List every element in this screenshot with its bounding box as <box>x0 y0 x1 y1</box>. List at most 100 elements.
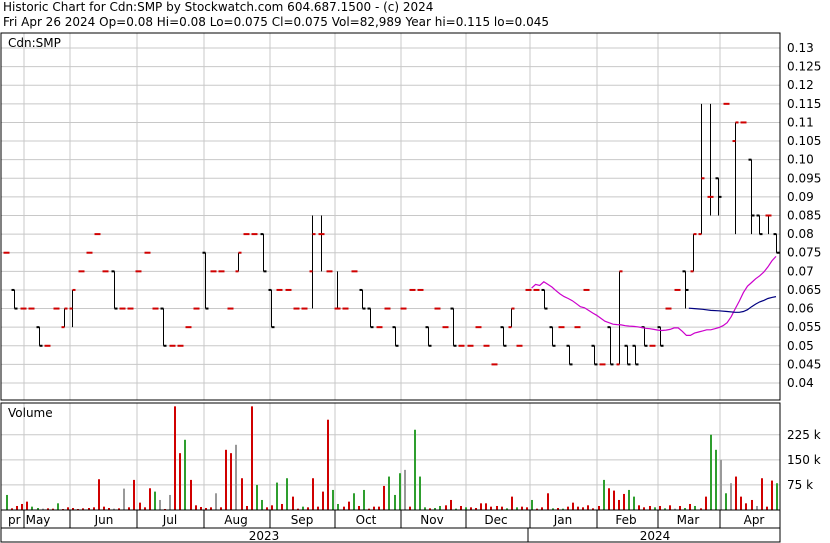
price-tick-label: 0.045 <box>787 357 821 371</box>
month-label: Dec <box>484 513 507 527</box>
price-bar <box>624 344 631 366</box>
volume-bar <box>618 499 620 510</box>
price-tick-label: 0.06 <box>787 302 814 316</box>
volume-bar <box>608 488 610 510</box>
volume-bar <box>638 505 640 510</box>
price-bar <box>309 215 316 309</box>
volume-bar <box>276 482 278 510</box>
price-tick-label: 0.085 <box>787 209 821 223</box>
volume-bar <box>317 506 319 510</box>
volume-bar <box>246 505 248 510</box>
volume-bar <box>337 503 339 510</box>
month-label: May <box>26 513 51 527</box>
price-bar <box>765 214 772 235</box>
month-label: Feb <box>615 513 636 527</box>
month-label: Jan <box>553 513 573 527</box>
volume-bar <box>771 480 773 510</box>
volume-bar <box>761 478 763 510</box>
price-bar <box>359 288 366 310</box>
volume-bar <box>689 503 691 510</box>
month-axis-frame <box>0 509 781 529</box>
month-label: Nov <box>420 513 443 527</box>
volume-bar <box>26 501 28 510</box>
volume-label: Volume <box>8 406 53 420</box>
price-bar <box>202 251 209 310</box>
volume-bar <box>480 503 482 510</box>
volume-bar <box>261 499 263 510</box>
volume-bar <box>521 506 523 510</box>
volume-bar <box>730 483 732 510</box>
volume-bar <box>235 444 237 510</box>
volume-bar <box>694 505 696 510</box>
volume-bar <box>679 505 681 510</box>
symbol-label: Cdn:SMP <box>8 36 61 50</box>
price-bar <box>500 326 507 347</box>
volume-bar <box>725 493 727 510</box>
volume-bar <box>649 505 651 510</box>
volume-bar <box>154 491 156 510</box>
volume-bar <box>567 506 569 510</box>
volume-bar <box>450 499 452 510</box>
price-tick-label: 0.09 <box>787 190 814 204</box>
price-bar <box>36 326 43 347</box>
volume-bar <box>720 459 722 510</box>
volume-bar <box>633 496 635 510</box>
price-bar <box>549 326 556 347</box>
volume-bar <box>332 489 334 510</box>
volume-bar <box>751 499 753 510</box>
month-label: Oct <box>356 513 377 527</box>
price-bar <box>632 344 639 366</box>
volume-bar <box>358 505 360 510</box>
price-tick-label: 0.095 <box>787 171 821 185</box>
volume-bar <box>531 499 533 510</box>
volume-grid <box>1 403 780 510</box>
price-bar <box>541 288 548 310</box>
volume-bar <box>159 499 161 510</box>
price-bar <box>425 326 432 347</box>
volume-bar <box>378 506 380 510</box>
volume-bar <box>215 493 217 510</box>
volume-bar <box>179 453 181 510</box>
price-bar <box>566 344 573 366</box>
volume-bar <box>404 469 406 510</box>
volume-bar <box>281 503 283 510</box>
volume-bar <box>373 506 375 510</box>
price-bar <box>616 270 623 366</box>
volume-bar <box>745 503 747 510</box>
price-tick-label: 0.075 <box>787 246 821 260</box>
volume-bar <box>490 506 492 510</box>
volume-bar <box>348 501 350 510</box>
volume-bar <box>256 484 258 510</box>
price-tick-label: 0.07 <box>787 264 814 278</box>
volume-panel-frame <box>0 402 781 511</box>
price-tick-label: 0.11 <box>787 115 814 129</box>
price-bar <box>367 307 374 329</box>
volume-bar <box>292 496 294 510</box>
price-tick-label: 0.04 <box>787 376 814 390</box>
price-bar <box>318 215 325 272</box>
month-label: Jun <box>94 513 114 527</box>
month-label: Jul <box>162 513 177 527</box>
volume-bar <box>603 479 605 510</box>
price-bar <box>756 214 763 236</box>
volume-bar <box>669 505 671 510</box>
volume-bar <box>363 489 365 510</box>
ma-long-line <box>688 296 777 313</box>
volume-bar <box>496 505 498 510</box>
year-label: 2023 <box>249 529 280 543</box>
month-label: Sep <box>291 513 314 527</box>
volume-bar <box>460 505 462 510</box>
volume-bar <box>169 494 171 510</box>
price-tick-label: 0.10 <box>787 153 814 167</box>
moving-averages <box>531 255 777 336</box>
volume-bar <box>241 478 243 510</box>
volume-bar <box>598 505 600 510</box>
volume-bar <box>271 505 273 510</box>
volume-bar <box>756 505 758 510</box>
volume-bar <box>103 506 105 510</box>
volume-tick-label: 150 k <box>787 453 821 467</box>
volume-bar <box>343 506 345 510</box>
volume-bar <box>286 478 288 510</box>
volume-bar <box>715 449 717 510</box>
month-label: Apr <box>744 513 765 527</box>
